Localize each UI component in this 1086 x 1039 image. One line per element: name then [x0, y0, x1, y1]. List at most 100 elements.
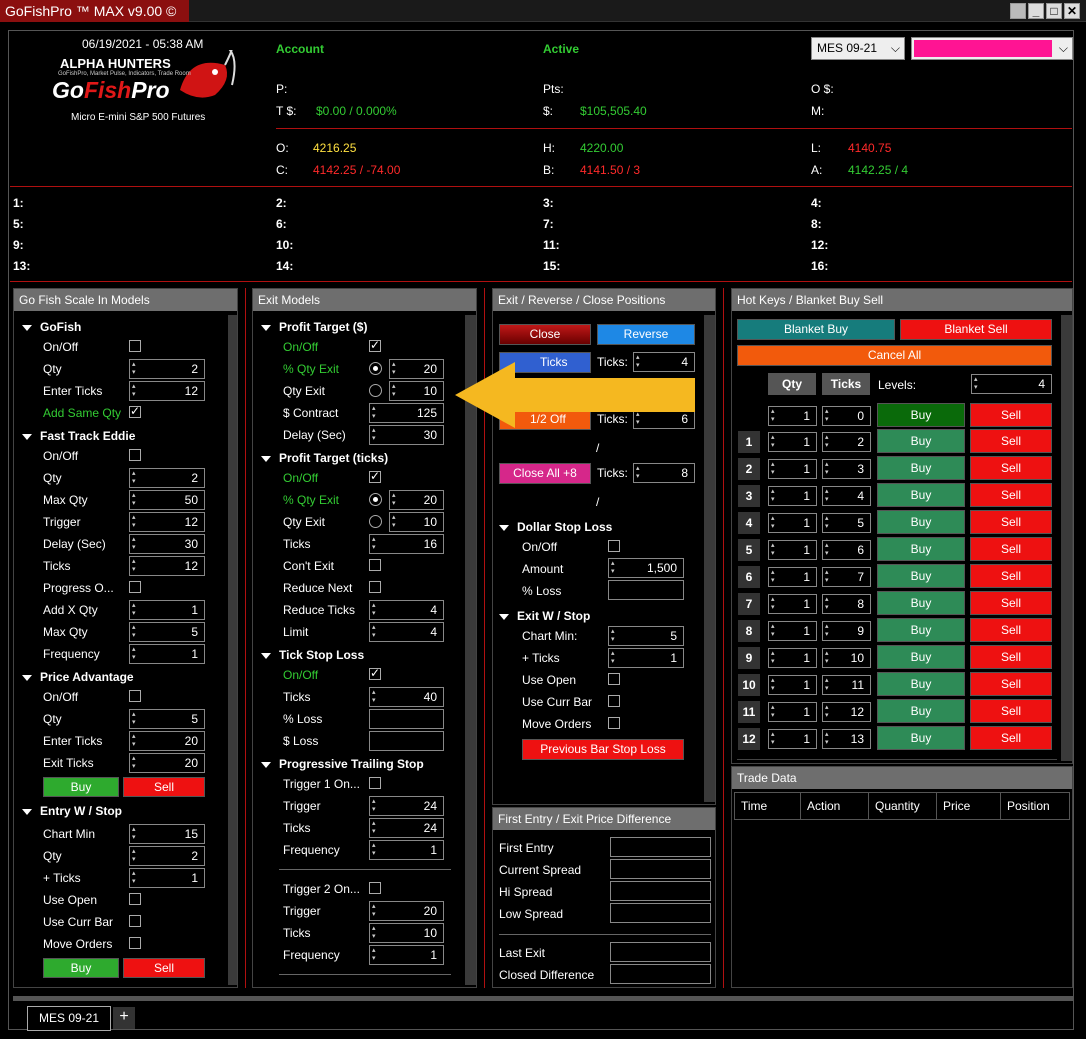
fte-addx-input[interactable]: 1: [129, 600, 205, 620]
ptt-limit-input[interactable]: 4: [369, 622, 444, 642]
hotkey-buy-button[interactable]: Buy: [877, 564, 965, 588]
ews-use-curr-bar-checkbox[interactable]: [129, 915, 141, 927]
hotkey-buy-button[interactable]: Buy: [877, 699, 965, 723]
close-icon[interactable]: ✕: [1064, 3, 1080, 19]
hotkey-buy-button[interactable]: Buy: [877, 618, 965, 642]
add-same-qty-checkbox[interactable]: [129, 404, 141, 418]
tsl-dollar-input[interactable]: [369, 731, 444, 751]
section-profit-target[interactable]: Profit Target ($): [261, 320, 367, 334]
hotkey-buy-button[interactable]: Buy: [877, 429, 965, 453]
hotkey-buy-button[interactable]: Buy: [877, 510, 965, 534]
maximize-icon[interactable]: □: [1046, 3, 1062, 19]
column-quantity[interactable]: Quantity: [869, 793, 937, 819]
tsl-pct-input[interactable]: [369, 709, 444, 729]
hotkey-ticks-input[interactable]: 12: [822, 702, 871, 722]
exit-use-curr-bar-checkbox[interactable]: [608, 695, 620, 707]
ptt-reduce-next-checkbox[interactable]: [369, 581, 381, 593]
hotkey-sell-button[interactable]: Sell: [970, 510, 1052, 534]
ews-move-orders-checkbox[interactable]: [129, 937, 141, 949]
pt-onoff-checkbox[interactable]: [369, 338, 381, 352]
previous-bar-stop-loss-button[interactable]: Previous Bar Stop Loss: [522, 739, 684, 760]
hotkey-ticks-input[interactable]: 5: [822, 513, 871, 533]
pa-sell-button[interactable]: Sell: [123, 777, 205, 797]
ptt-qty-radio[interactable]: [369, 515, 382, 528]
hotkey-buy-button[interactable]: Buy: [877, 456, 965, 480]
gofish-onoff-checkbox[interactable]: [129, 340, 141, 352]
fte-qty-input[interactable]: 2: [129, 468, 205, 488]
ptt-cont-exit-checkbox[interactable]: [369, 559, 381, 571]
pt-pct-radio[interactable]: [369, 362, 382, 375]
hotkey-qty-input[interactable]: 1: [768, 513, 817, 533]
fte-maxqty2-input[interactable]: 5: [129, 622, 205, 642]
fte-progress-checkbox[interactable]: [129, 581, 141, 593]
pt-contract-input[interactable]: 125: [369, 403, 444, 423]
t2-frequency-input[interactable]: 1: [369, 945, 444, 965]
fte-trigger-input[interactable]: 12: [129, 512, 205, 532]
ews-sell-button[interactable]: Sell: [123, 958, 205, 978]
tab-mes[interactable]: MES 09-21: [27, 1006, 111, 1031]
levels-input[interactable]: 4: [971, 374, 1052, 394]
dsl-amount-input[interactable]: 1,500: [608, 558, 684, 578]
hotkey-ticks-input[interactable]: 11: [822, 675, 871, 695]
exit-chart-min-input[interactable]: 5: [608, 626, 684, 646]
trigger2-checkbox[interactable]: [369, 882, 381, 894]
hotkey-sell-button[interactable]: Sell: [970, 618, 1052, 642]
blanket-sell-button[interactable]: Blanket Sell: [900, 319, 1052, 340]
t1-frequency-input[interactable]: 1: [369, 840, 444, 860]
scrollbar[interactable]: [704, 315, 715, 802]
fte-frequency-input[interactable]: 1: [129, 644, 205, 664]
t1-ticks-input[interactable]: 24: [369, 818, 444, 838]
instrument-select[interactable]: MES 09-21 ⌵: [811, 37, 905, 60]
exit-use-open-checkbox[interactable]: [608, 673, 620, 685]
pa-qty-input[interactable]: 5: [129, 709, 205, 729]
pa-exit-ticks-input[interactable]: 20: [129, 753, 205, 773]
ews-ticks-input[interactable]: 1: [129, 868, 205, 888]
account-select[interactable]: ⌵: [911, 37, 1073, 60]
hotkey-ticks-input[interactable]: 10: [822, 648, 871, 668]
horizontal-scrollbar[interactable]: [13, 996, 1073, 1001]
settings-icon[interactable]: [1010, 3, 1026, 19]
hotkey-qty-input[interactable]: 1: [768, 594, 817, 614]
hotkey-qty-input[interactable]: 1: [768, 486, 817, 506]
ews-use-open-checkbox[interactable]: [129, 893, 141, 905]
ptt-reduce-ticks-input[interactable]: 4: [369, 600, 444, 620]
section-profit-target-ticks[interactable]: Profit Target (ticks): [261, 451, 388, 465]
pa-buy-button[interactable]: Buy: [43, 777, 119, 797]
hotkey-qty-input[interactable]: 1: [768, 675, 817, 695]
tsl-ticks-input[interactable]: 40: [369, 687, 444, 707]
exit-ticks-input[interactable]: 1: [608, 648, 684, 668]
gofish-enter-ticks-input[interactable]: 12: [129, 381, 205, 401]
hotkey-sell-button[interactable]: Sell: [970, 645, 1052, 669]
hotkey-ticks-input[interactable]: 7: [822, 567, 871, 587]
section-fte[interactable]: Fast Track Eddie: [22, 429, 135, 443]
hotkey-buy-button[interactable]: Buy: [877, 645, 965, 669]
hotkey-qty-input[interactable]: 1: [768, 621, 817, 641]
reverse-button[interactable]: Reverse: [597, 324, 695, 345]
hotkey-qty-input[interactable]: 1: [768, 540, 817, 560]
scrollbar[interactable]: [228, 315, 237, 985]
pt-qty-radio[interactable]: [369, 384, 382, 397]
tsl-onoff-checkbox[interactable]: [369, 666, 381, 680]
hotkey-sell-button[interactable]: Sell: [970, 672, 1052, 696]
t1-trigger-input[interactable]: 24: [369, 796, 444, 816]
hotkey-buy-button[interactable]: Buy: [877, 483, 965, 507]
pa-onoff-checkbox[interactable]: [129, 690, 141, 702]
column-position[interactable]: Position: [1001, 793, 1071, 819]
hotkey-sell-button[interactable]: Sell: [970, 483, 1052, 507]
hotkey-qty-input[interactable]: 1: [768, 406, 817, 426]
fte-delay-input[interactable]: 30: [129, 534, 205, 554]
hotkey-ticks-input[interactable]: 3: [822, 459, 871, 479]
hotkey-ticks-input[interactable]: 13: [822, 729, 871, 749]
pa-enter-ticks-input[interactable]: 20: [129, 731, 205, 751]
pt-qty-input[interactable]: 10: [389, 381, 444, 401]
ptt-onoff-checkbox[interactable]: [369, 469, 381, 483]
gofish-qty-input[interactable]: 2: [129, 359, 205, 379]
add-tab-button[interactable]: +: [113, 1007, 135, 1029]
hotkey-buy-button[interactable]: Buy: [877, 591, 965, 615]
hotkey-sell-button[interactable]: Sell: [970, 564, 1052, 588]
hotkey-qty-input[interactable]: 1: [768, 432, 817, 452]
blanket-buy-button[interactable]: Blanket Buy: [737, 319, 895, 340]
cancel-all-button[interactable]: Cancel All: [737, 345, 1052, 366]
section-exit-w-stop[interactable]: Exit W / Stop: [499, 609, 590, 623]
hotkey-buy-button[interactable]: Buy: [877, 537, 965, 561]
